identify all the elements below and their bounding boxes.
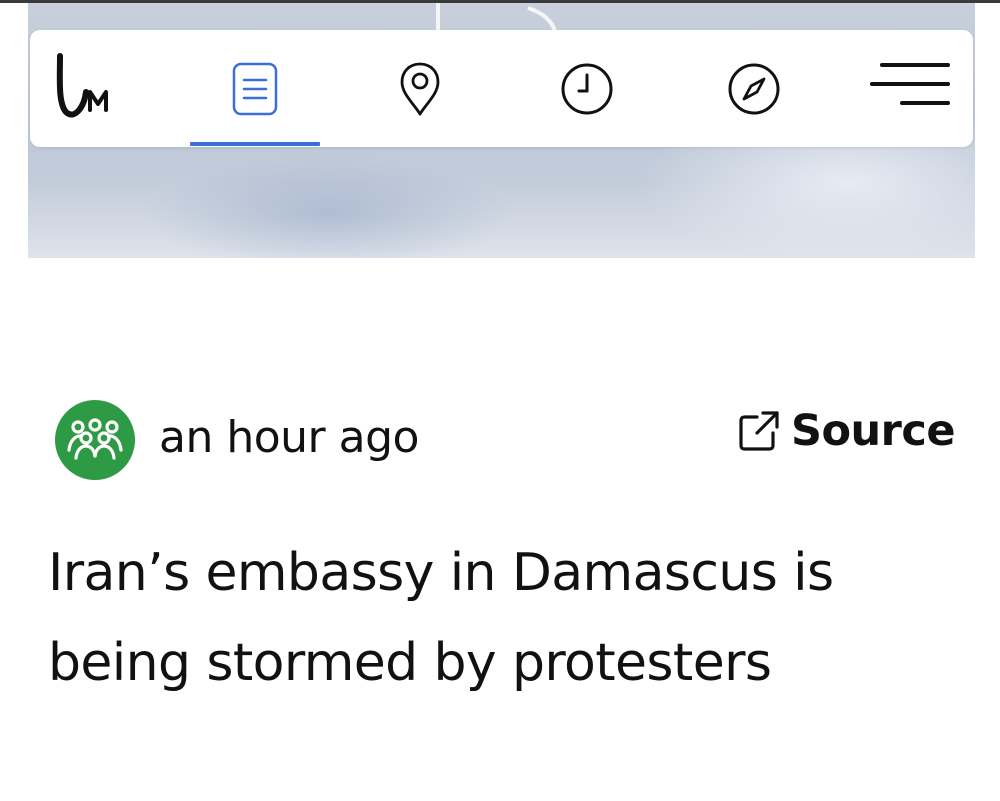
tab-explore[interactable] xyxy=(689,30,819,147)
map-pin-icon xyxy=(400,62,440,115)
tab-map[interactable] xyxy=(355,30,485,147)
group-people-icon xyxy=(67,418,123,460)
document-list-icon xyxy=(232,62,278,115)
post-meta-row: an hour ago Source xyxy=(55,400,955,480)
app-logo[interactable] xyxy=(52,48,122,128)
hamburger-menu-icon xyxy=(870,63,950,105)
clock-icon xyxy=(561,63,613,114)
avatar[interactable] xyxy=(55,400,135,480)
external-link-icon xyxy=(739,411,779,451)
live-map-logo-icon xyxy=(56,53,108,118)
top-navigation-bar xyxy=(30,30,973,147)
hamburger-menu-button[interactable] xyxy=(870,60,950,110)
tab-feed[interactable] xyxy=(190,30,320,147)
source-link[interactable]: Source xyxy=(737,406,955,456)
active-tab-indicator xyxy=(190,142,320,146)
source-label: Source xyxy=(791,406,955,456)
post-headline[interactable]: Iran’s embassy in Damascus is being stor… xyxy=(48,528,948,708)
tab-timeline[interactable] xyxy=(522,30,652,147)
post-timestamp: an hour ago xyxy=(159,412,419,463)
compass-icon xyxy=(728,63,780,114)
